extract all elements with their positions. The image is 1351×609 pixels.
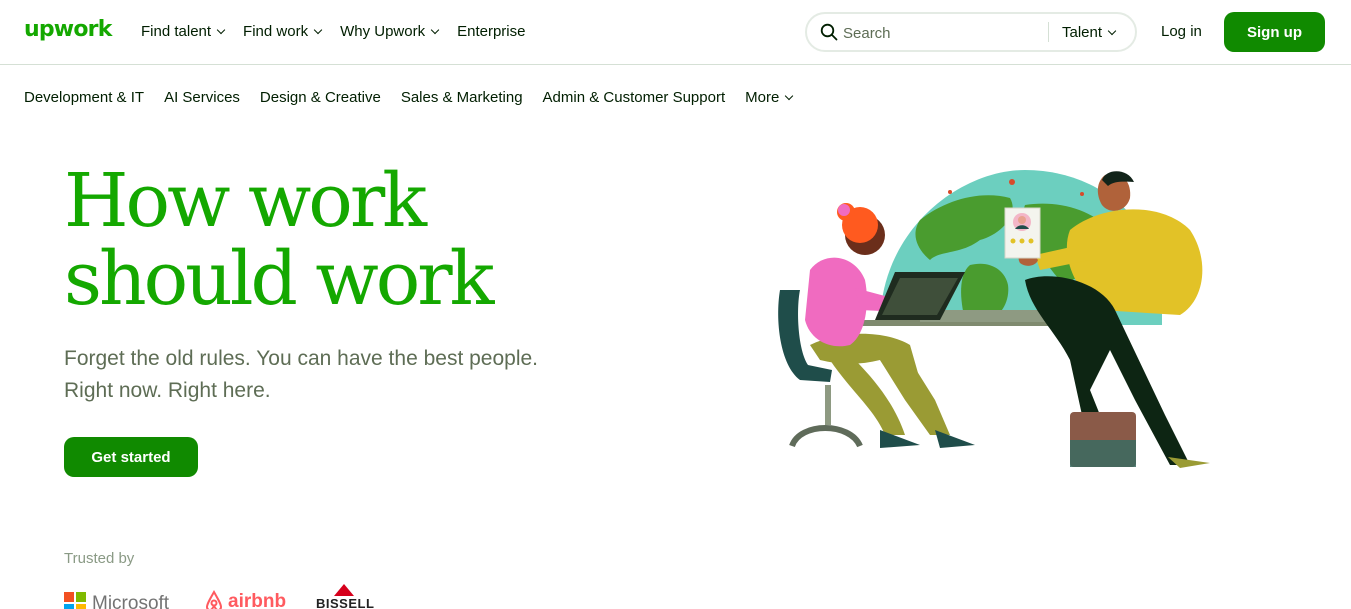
search-bar: Talent xyxy=(805,12,1137,52)
hero-subtitle-line2: Right now. Right here. xyxy=(64,379,271,402)
nav-enterprise-label: Enterprise xyxy=(457,23,526,40)
category-ai-services[interactable]: AI Services xyxy=(164,89,240,106)
hero-title-line1: How work xyxy=(64,158,427,244)
search-divider xyxy=(1048,22,1049,42)
hero-title-line2: should work xyxy=(64,236,495,322)
category-admin-support[interactable]: Admin & Customer Support xyxy=(543,89,726,106)
category-more[interactable]: More xyxy=(745,89,794,106)
get-started-button[interactable]: Get started xyxy=(64,437,198,477)
login-link[interactable]: Log in xyxy=(1161,23,1202,40)
trusted-logos: Microsoft airbnb BISSELL xyxy=(64,584,394,609)
chevron-down-icon xyxy=(1107,26,1117,35)
chevron-down-icon xyxy=(785,91,794,100)
nav-find-work-label: Find work xyxy=(243,23,309,40)
nav-find-talent[interactable]: Find talent xyxy=(141,23,226,40)
microsoft-logo: Microsoft xyxy=(64,592,169,609)
microsoft-logo-text: Microsoft xyxy=(92,593,170,609)
chevron-down-icon xyxy=(430,25,440,34)
chevron-down-icon xyxy=(313,25,323,34)
hero-subtitle: Forget the old rules. You can have the b… xyxy=(64,343,584,407)
search-scope-select[interactable]: Talent xyxy=(1062,24,1117,41)
main-nav: Find talent Find work Why Upwork Enterpr… xyxy=(141,23,544,40)
upwork-logo[interactable]: upwork xyxy=(24,17,112,42)
top-navigation: upwork Find talent Find work Why Upwork … xyxy=(0,0,1351,65)
microsoft-windows-icon xyxy=(64,592,86,609)
search-input[interactable] xyxy=(843,22,1043,44)
signup-button[interactable]: Sign up xyxy=(1224,12,1325,52)
hero-title: How work should work xyxy=(64,162,495,318)
airbnb-logo-text: airbnb xyxy=(228,591,287,609)
nav-enterprise[interactable]: Enterprise xyxy=(457,23,525,40)
category-more-label: More xyxy=(745,89,780,106)
airbnb-belo-icon xyxy=(205,590,223,609)
nav-find-work[interactable]: Find work xyxy=(243,23,323,40)
category-sales-marketing[interactable]: Sales & Marketing xyxy=(401,89,523,106)
nav-why-upwork-label: Why Upwork xyxy=(340,23,426,40)
nav-find-talent-label: Find talent xyxy=(141,23,212,40)
trusted-by-label: Trusted by xyxy=(64,550,135,567)
nav-why-upwork[interactable]: Why Upwork xyxy=(340,23,440,40)
category-development-it[interactable]: Development & IT xyxy=(24,89,144,106)
category-design-creative[interactable]: Design & Creative xyxy=(260,89,381,106)
bissell-logo-text: BISSELL xyxy=(316,596,375,609)
bag-illustration xyxy=(1070,412,1136,467)
hero-subtitle-line1: Forget the old rules. You can have the b… xyxy=(64,347,539,370)
chevron-down-icon xyxy=(216,25,226,34)
search-icon[interactable] xyxy=(820,23,838,41)
category-nav: Development & IT AI Services Design & Cr… xyxy=(24,89,812,106)
bissell-triangle-icon xyxy=(334,584,354,596)
search-scope-label: Talent xyxy=(1062,24,1103,41)
hero-illustration xyxy=(778,170,1210,468)
airbnb-logo: airbnb xyxy=(204,590,286,609)
